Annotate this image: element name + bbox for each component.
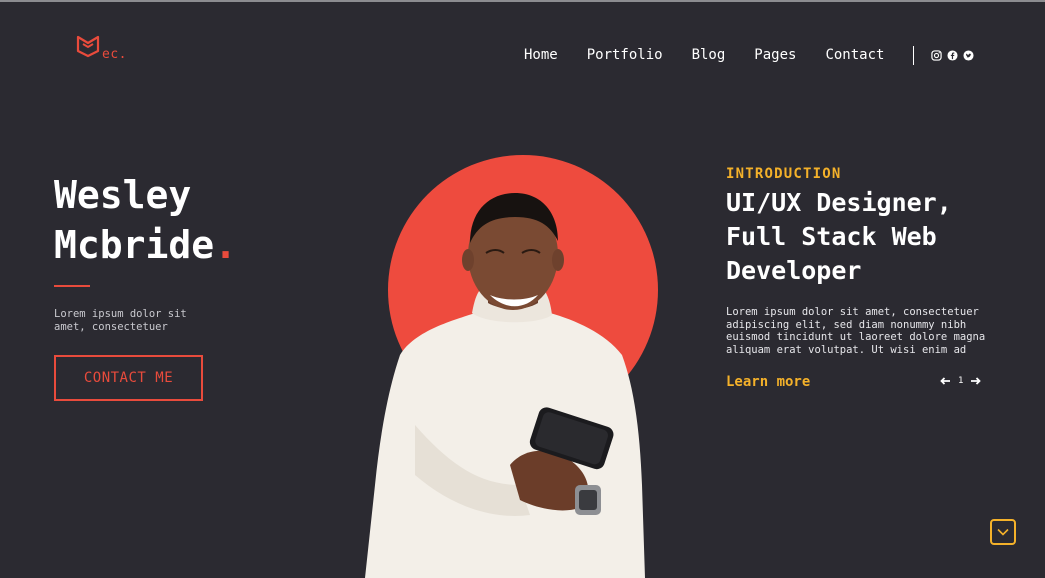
intro-kicker: INTRODUCTION <box>726 166 842 182</box>
portrait-image <box>365 193 645 578</box>
slide-pager: 1 <box>940 376 982 386</box>
chevron-down-icon <box>997 528 1009 536</box>
arrow-right-icon[interactable] <box>970 377 982 385</box>
nav-item-portfolio[interactable]: Portfolio <box>587 47 663 63</box>
social-links <box>930 49 974 61</box>
hero-name-dot: . <box>214 223 238 267</box>
nav-item-contact[interactable]: Contact <box>825 47 884 63</box>
nav-item-home[interactable]: Home <box>524 47 558 63</box>
contact-me-button[interactable]: CONTACT ME <box>54 355 203 401</box>
instagram-icon[interactable] <box>930 49 942 61</box>
brand-logo[interactable]: ec. <box>76 34 136 64</box>
intro-body: Lorem ipsum dolor sit amet, consectetuer… <box>726 306 986 356</box>
hero-name: Wesley Mcbride. <box>54 170 237 270</box>
nav-item-pages[interactable]: Pages <box>754 47 796 63</box>
learn-more-link[interactable]: Learn more <box>726 374 810 390</box>
hero-subtitle: Lorem ipsum dolor sit amet, consectetuer <box>54 308 187 333</box>
hero-name-first: Wesley <box>54 173 192 217</box>
logo-text: ec. <box>102 47 127 62</box>
hero-divider <box>54 285 90 287</box>
logo-mark-icon <box>76 35 100 58</box>
nav-divider <box>913 45 915 65</box>
slide-page-number: 1 <box>958 376 964 386</box>
nav-item-blog[interactable]: Blog <box>692 47 726 63</box>
facebook-icon[interactable] <box>946 49 958 61</box>
arrow-left-icon[interactable] <box>940 377 951 385</box>
main-nav: Home Portfolio Blog Pages Contact <box>524 44 974 66</box>
scroll-down-button[interactable] <box>990 519 1016 545</box>
intro-title: UI/UX Designer, Full Stack Web Developer <box>726 188 952 285</box>
twitter-icon[interactable] <box>962 49 974 61</box>
hero-name-last: Mcbride <box>54 223 215 267</box>
window-top-border <box>0 0 1045 2</box>
